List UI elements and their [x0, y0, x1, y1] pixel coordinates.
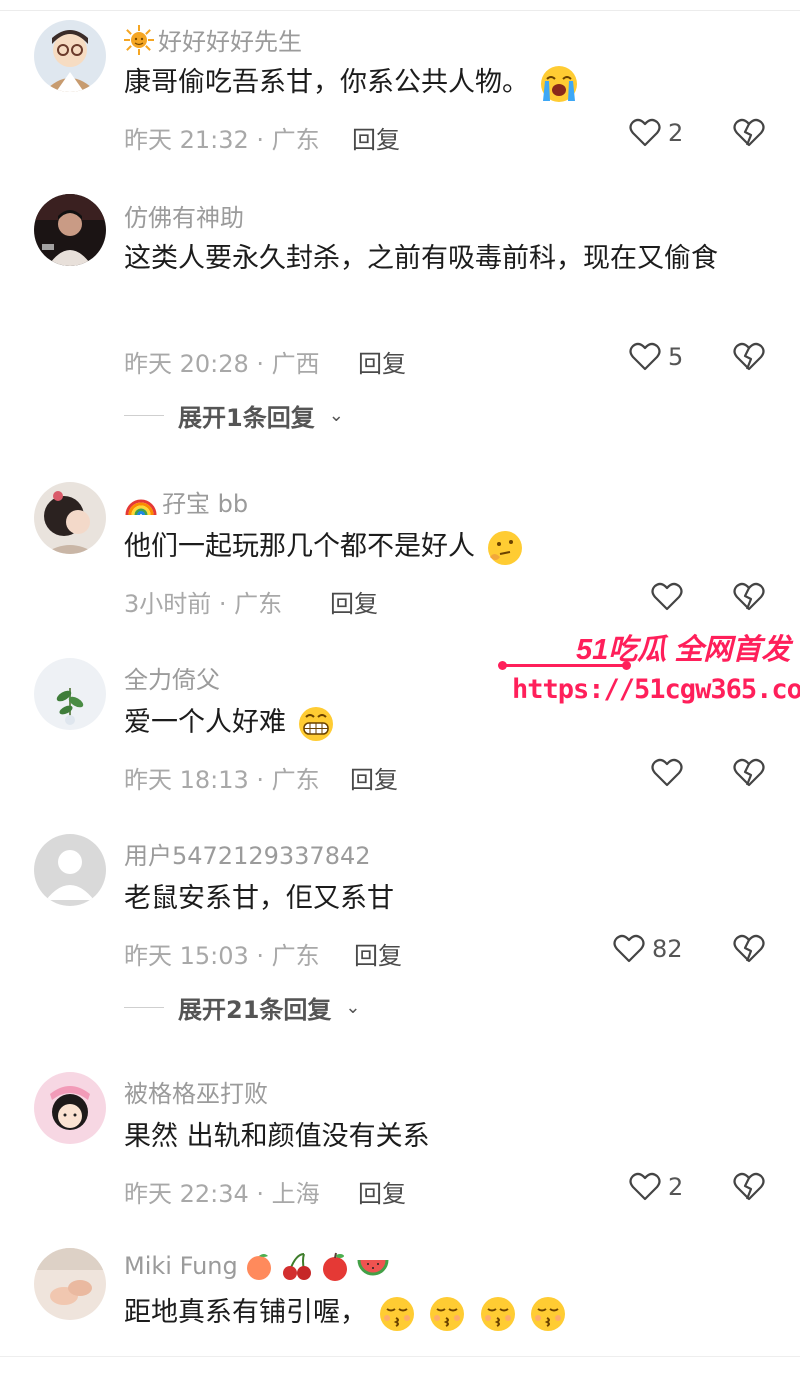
like-count: 2: [668, 1173, 684, 1201]
kissing-face-icon: [426, 1293, 468, 1335]
username[interactable]: 好好好好先生: [124, 22, 302, 57]
chevron-down-icon: ⌄: [345, 997, 361, 1018]
like-button[interactable]: 2: [628, 1170, 683, 1204]
kissing-face-icon: [527, 1293, 569, 1335]
username[interactable]: 用户5472129337842: [124, 836, 371, 871]
like-count: 82: [652, 935, 683, 963]
avatar[interactable]: [34, 1248, 106, 1320]
loudly-crying-face-icon: [538, 63, 580, 105]
username-text: 仿佛有神助: [124, 204, 244, 232]
broken-heart-icon: [733, 118, 765, 147]
heart-outline-icon: [651, 582, 683, 611]
comment-text: 果然 出轨和颜值没有关系: [124, 1121, 430, 1152]
username-text: 孖宝 bb: [162, 490, 249, 518]
username[interactable]: Miki Fung: [124, 1250, 390, 1282]
comment-text: 他们一起玩那几个都不是好人: [124, 522, 764, 572]
cherries-icon: [280, 1250, 314, 1282]
dislike-button[interactable]: [732, 1170, 766, 1204]
expand-divider: [124, 1007, 164, 1008]
comment-meta: 昨天 21:32 · 广东: [124, 126, 320, 154]
rainbow-icon: [124, 487, 158, 517]
heart-outline-icon: [613, 934, 645, 963]
dislike-button[interactable]: [732, 580, 766, 614]
thinking-face-icon: [484, 527, 526, 569]
username-text: Miki Fung: [124, 1252, 238, 1280]
chevron-down-icon: ⌄: [328, 405, 344, 426]
reply-button[interactable]: 回复: [354, 936, 402, 971]
reply-button[interactable]: 回复: [358, 344, 406, 379]
avatar[interactable]: [34, 1072, 106, 1144]
reply-button[interactable]: 回复: [330, 584, 378, 619]
heart-outline-icon: [651, 758, 683, 787]
reply-button[interactable]: 回复: [350, 760, 398, 795]
broken-heart-icon: [733, 934, 765, 963]
watermelon-icon: [356, 1250, 390, 1282]
like-button[interactable]: 5: [628, 340, 683, 374]
username[interactable]: 仿佛有神助: [124, 198, 244, 233]
reply-button[interactable]: 回复: [352, 120, 400, 155]
heart-outline-icon: [629, 1172, 661, 1201]
like-button[interactable]: 2: [628, 116, 683, 150]
bottom-toolbar: [0, 1356, 800, 1374]
avatar[interactable]: [34, 834, 106, 906]
dislike-button[interactable]: [732, 340, 766, 374]
comment-meta: 昨天 22:34 · 上海: [124, 1180, 320, 1208]
comment-text: 距地真系有铺引喔，: [124, 1288, 764, 1338]
watermark-dot: [498, 661, 507, 670]
expand-replies-label: 展开21条回复: [178, 996, 332, 1024]
grinning-face-icon: [295, 703, 337, 745]
username-text: 全力倚父: [124, 666, 220, 694]
like-button[interactable]: 82: [612, 932, 683, 966]
username[interactable]: 被格格巫打败: [124, 1074, 268, 1109]
dislike-button[interactable]: [732, 756, 766, 790]
comment-text: 这类人要永久封杀，之前有吸毒前科，现在又偷食: [124, 243, 718, 274]
peach-icon: [242, 1250, 276, 1282]
avatar[interactable]: [34, 194, 106, 266]
like-count: 2: [668, 119, 684, 147]
comment-text: 康哥偷吃吾系甘，你系公共人物。: [124, 58, 764, 108]
comment-meta: 3小时前 · 广东: [124, 590, 283, 618]
like-button[interactable]: [650, 580, 690, 614]
reply-button[interactable]: 回复: [358, 1174, 406, 1209]
top-divider: [0, 10, 800, 11]
red-apple-icon: [318, 1250, 352, 1282]
comment-text: 老鼠安系甘，佢又系甘: [124, 883, 394, 914]
broken-heart-icon: [733, 342, 765, 371]
expand-divider: [124, 415, 164, 416]
avatar[interactable]: [34, 20, 106, 92]
broken-heart-icon: [733, 758, 765, 787]
kissing-face-icon: [376, 1293, 418, 1335]
comment-meta: 昨天 15:03 · 广东: [124, 942, 320, 970]
expand-replies-button[interactable]: 展开21条回复 ⌄: [124, 990, 361, 1025]
username-text: 被格格巫打败: [124, 1080, 268, 1108]
avatar[interactable]: [34, 482, 106, 554]
heart-outline-icon: [629, 118, 661, 147]
watermark: 51吃瓜 全网首发 https://51cgw365.com: [498, 624, 800, 716]
avatar[interactable]: [34, 658, 106, 730]
like-button[interactable]: [650, 756, 690, 790]
username-text: 用户5472129337842: [124, 842, 371, 870]
dislike-button[interactable]: [732, 116, 766, 150]
watermark-title: 51吃瓜 全网首发: [576, 634, 791, 666]
broken-heart-icon: [733, 1172, 765, 1201]
comment-meta: 昨天 20:28 · 广西: [124, 350, 320, 378]
dislike-button[interactable]: [732, 932, 766, 966]
comment-meta: 昨天 18:13 · 广东: [124, 766, 320, 794]
username-text: 好好好好先生: [158, 28, 302, 56]
kissing-face-icon: [477, 1293, 519, 1335]
username[interactable]: 全力倚父: [124, 660, 220, 695]
sun-face-icon: [124, 24, 154, 55]
watermark-url: https://51cgw365.com: [512, 674, 800, 705]
expand-replies-button[interactable]: 展开1条回复 ⌄: [124, 398, 344, 433]
expand-replies-label: 展开1条回复: [178, 404, 315, 432]
broken-heart-icon: [733, 582, 765, 611]
username[interactable]: 孖宝 bb: [124, 484, 248, 519]
like-count: 5: [668, 343, 684, 371]
heart-outline-icon: [629, 342, 661, 371]
